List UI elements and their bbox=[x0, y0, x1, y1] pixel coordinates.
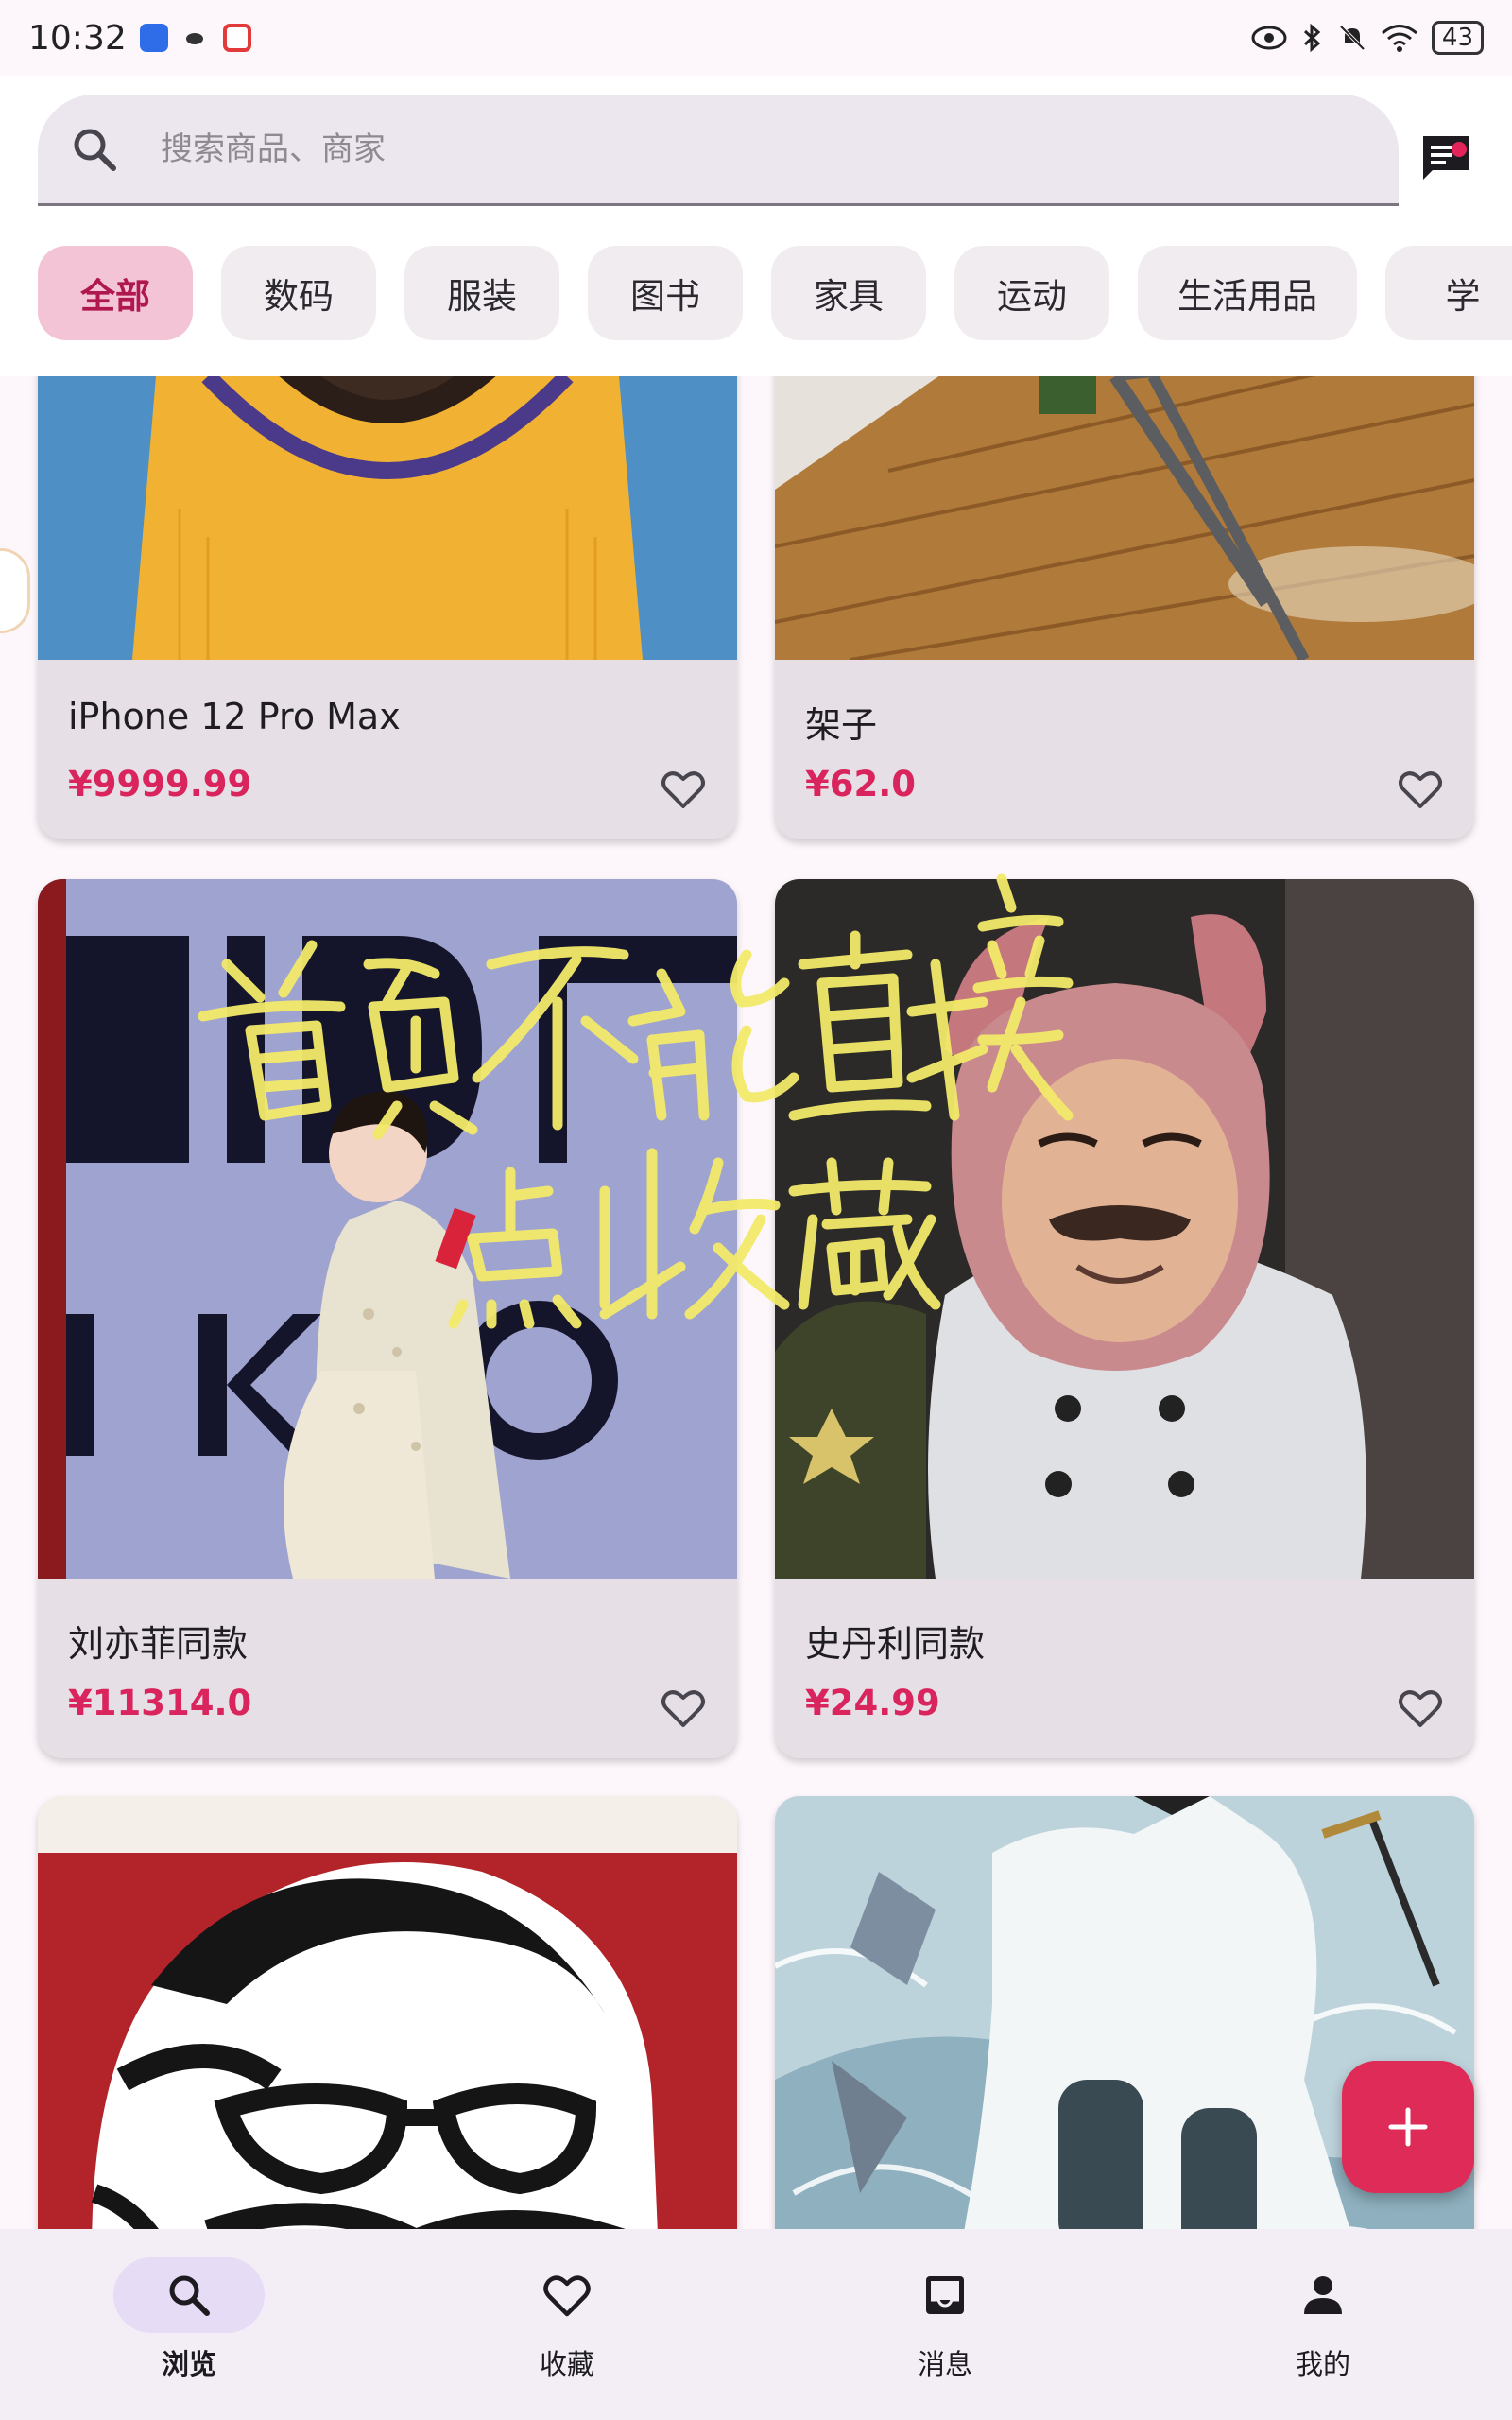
chat-icon bbox=[1423, 136, 1469, 180]
screen-record-icon bbox=[222, 24, 251, 52]
nav-label: 收藏 bbox=[539, 2348, 594, 2380]
product-price: ¥9999.99 bbox=[68, 764, 252, 804]
status-time: 10:32 bbox=[28, 18, 127, 58]
wifi-icon bbox=[1381, 25, 1418, 52]
product-name: 刘亦菲同款 bbox=[68, 1623, 249, 1665]
product-card[interactable]: 刘亦菲同款 ¥11314.0 bbox=[38, 879, 737, 1758]
plus-icon bbox=[1388, 2107, 1428, 2147]
nav-pill bbox=[491, 2257, 643, 2333]
search-bar[interactable] bbox=[38, 95, 1399, 206]
message-button[interactable] bbox=[1414, 125, 1478, 189]
product-image bbox=[775, 879, 1474, 1579]
chip-books[interactable]: 图书 bbox=[588, 246, 743, 340]
nav-pill bbox=[1247, 2257, 1399, 2333]
product-info: 史丹利同款 ¥24.99 bbox=[775, 1579, 1474, 1758]
chip-clothing[interactable]: 服装 bbox=[404, 246, 559, 340]
nav-item-messages[interactable]: 消息 bbox=[756, 2229, 1134, 2420]
app-notification-icon bbox=[139, 24, 168, 52]
product-image bbox=[775, 376, 1474, 660]
nav-pill bbox=[869, 2257, 1021, 2333]
product-card[interactable]: 架子 ¥62.0 bbox=[775, 376, 1474, 839]
product-info: 刘亦菲同款 ¥11314.0 bbox=[38, 1579, 737, 1758]
eye-notification-icon bbox=[181, 24, 210, 52]
product-image bbox=[38, 879, 737, 1579]
product-card[interactable]: iPhone 12 Pro Max ¥9999.99 bbox=[38, 376, 737, 839]
bluetooth-icon bbox=[1303, 23, 1321, 53]
product-name: 架子 bbox=[805, 704, 878, 746]
product-image bbox=[38, 1796, 737, 2229]
product-card[interactable]: 史丹利同款 ¥24.99 bbox=[775, 879, 1474, 1758]
heart-icon bbox=[543, 2275, 591, 2317]
nav-pill bbox=[113, 2257, 265, 2333]
product-card[interactable] bbox=[38, 1796, 737, 2229]
product-price: ¥24.99 bbox=[805, 1683, 940, 1723]
eye-icon bbox=[1251, 26, 1287, 50]
status-bar: 10:32 43 bbox=[0, 0, 1512, 76]
product-price: ¥11314.0 bbox=[68, 1683, 252, 1723]
add-product-button[interactable] bbox=[1342, 2061, 1474, 2193]
chip-digital[interactable]: 数码 bbox=[221, 246, 376, 340]
nav-item-favorites[interactable]: 收藏 bbox=[378, 2229, 756, 2420]
status-left: 10:32 bbox=[28, 19, 251, 58]
chip-furniture[interactable]: 家具 bbox=[771, 246, 926, 340]
chip-study[interactable]: 学 bbox=[1385, 246, 1512, 340]
product-name: 史丹利同款 bbox=[805, 1623, 986, 1665]
heart-outline-icon[interactable] bbox=[1397, 766, 1444, 813]
product-info: iPhone 12 Pro Max ¥9999.99 bbox=[38, 660, 737, 839]
chip-all[interactable]: 全部 bbox=[38, 246, 193, 340]
category-chips: 全部 数码 服装 图书 家具 运动 生活用品 学 bbox=[38, 246, 1512, 340]
heart-outline-icon[interactable] bbox=[660, 766, 707, 813]
bottom-navigation: 浏览 收藏 消息 我的 bbox=[0, 2229, 1512, 2420]
chip-sports[interactable]: 运动 bbox=[954, 246, 1109, 340]
product-price: ¥62.0 bbox=[805, 764, 917, 804]
product-grid: iPhone 12 Pro Max ¥9999.99 架子 ¥62.0 刘亦菲同… bbox=[0, 376, 1512, 2229]
heart-outline-icon[interactable] bbox=[1397, 1685, 1444, 1732]
inbox-icon bbox=[926, 2276, 964, 2314]
search-icon bbox=[169, 2275, 210, 2316]
nav-label: 我的 bbox=[1295, 2348, 1350, 2380]
nav-label: 浏览 bbox=[161, 2348, 216, 2380]
product-info: 架子 ¥62.0 bbox=[775, 660, 1474, 839]
header: 全部 数码 服装 图书 家具 运动 生活用品 学 bbox=[0, 76, 1512, 376]
search-input[interactable] bbox=[161, 130, 1295, 168]
search-icon bbox=[74, 129, 116, 171]
nav-label: 消息 bbox=[917, 2348, 972, 2380]
nav-item-browse[interactable]: 浏览 bbox=[0, 2229, 378, 2420]
product-name: iPhone 12 Pro Max bbox=[68, 696, 401, 737]
status-right: 43 bbox=[1250, 21, 1484, 55]
heart-outline-icon[interactable] bbox=[660, 1685, 707, 1732]
person-icon bbox=[1304, 2276, 1342, 2314]
product-image bbox=[38, 376, 737, 660]
chip-daily-goods[interactable]: 生活用品 bbox=[1138, 246, 1357, 340]
nav-item-profile[interactable]: 我的 bbox=[1134, 2229, 1512, 2420]
mute-bell-icon bbox=[1339, 25, 1366, 51]
battery-level: 43 bbox=[1431, 21, 1484, 55]
